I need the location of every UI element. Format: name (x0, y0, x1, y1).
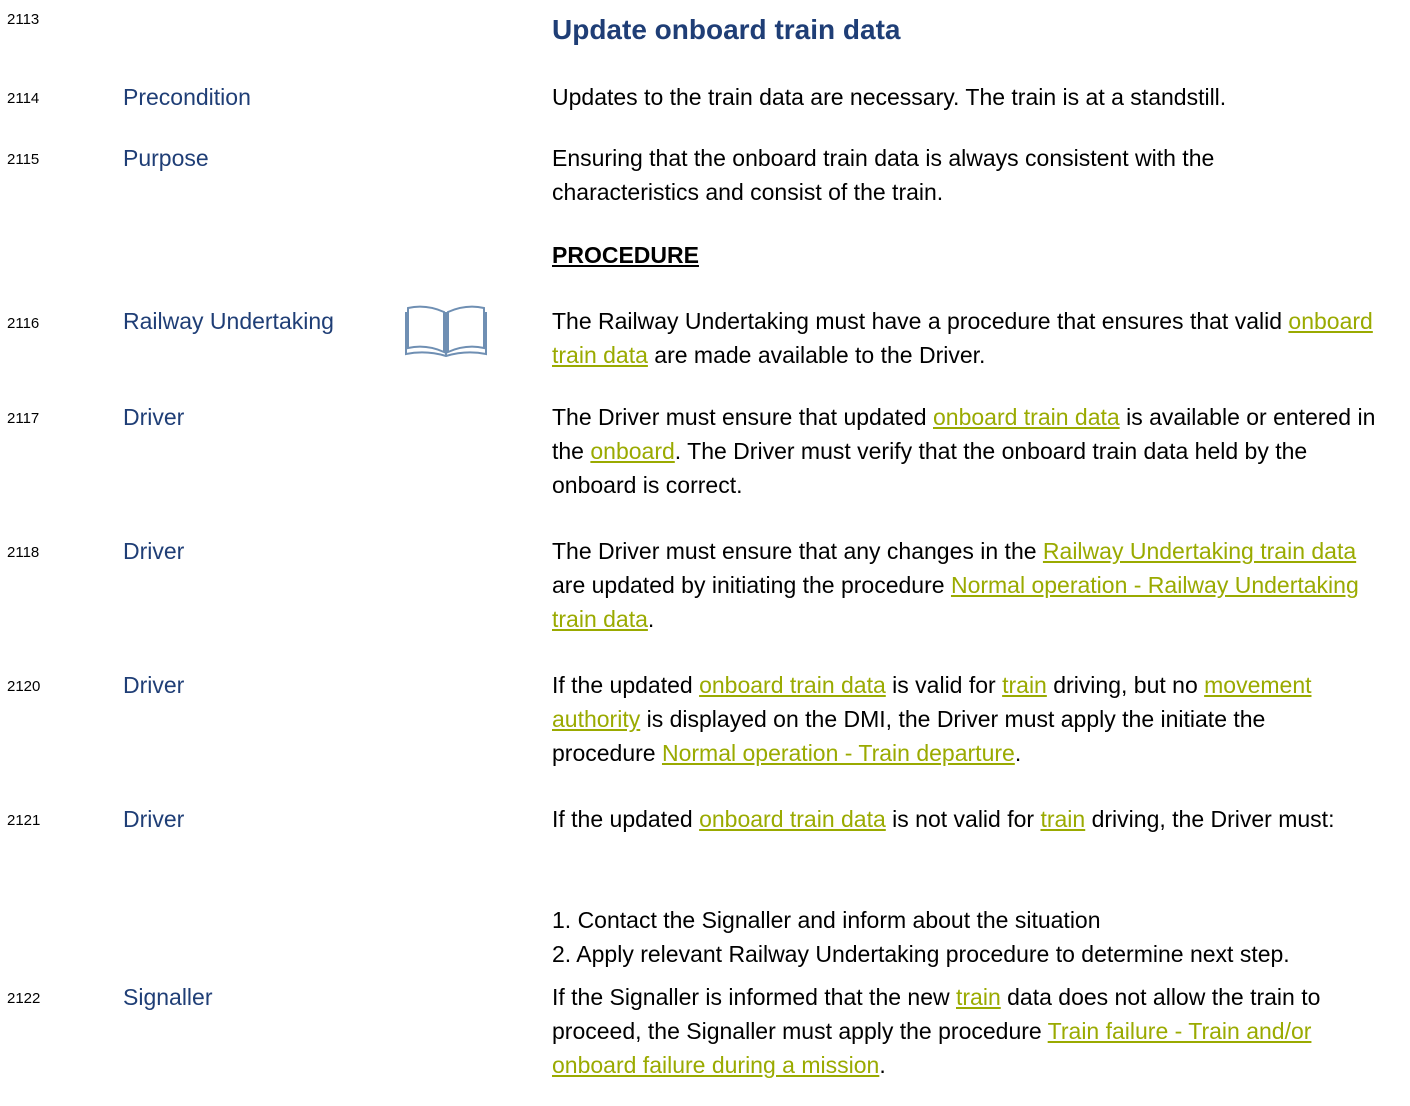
line-number: 2121 (7, 812, 41, 829)
text-run: If the updated (552, 806, 700, 832)
link-onboard-train-data[interactable]: onboard train data (699, 806, 886, 832)
row-text: The Driver must ensure that any changes … (552, 534, 1372, 636)
text-run: If the updated (552, 672, 700, 698)
role-label: Railway Undertaking (123, 308, 334, 334)
link-onboard-train-data[interactable]: onboard train data (933, 404, 1120, 430)
link-onboard-train-data[interactable]: onboard train data (699, 672, 886, 698)
link-normal-operation-train-departure[interactable]: Normal operation - Train departure (662, 740, 1015, 766)
row-text: If the updated onboard train data is val… (552, 668, 1372, 770)
text-run: . (879, 1052, 886, 1078)
role-label: Purpose (123, 145, 209, 171)
book-icon (405, 305, 487, 358)
line-number: 2122 (7, 990, 41, 1007)
text-run: The Driver must ensure that any changes … (552, 538, 1043, 564)
step-item: 1. Contact the Signaller and inform abou… (552, 907, 1101, 933)
text-run: driving, but no (1046, 672, 1205, 698)
role-label: Driver (123, 404, 185, 430)
row-text: Ensuring that the onboard train data is … (552, 145, 1215, 205)
line-number: 2118 (7, 544, 40, 561)
section-heading: PROCEDURE (552, 242, 699, 268)
text-run: . (1014, 740, 1022, 766)
row-text: If the Signaller is informed that the ne… (552, 980, 1382, 1082)
text-run: . (647, 606, 655, 632)
text-run: are updated by initiating the procedure (552, 572, 951, 598)
link-railway-undertaking-train-data[interactable]: Railway Undertaking train data (1043, 538, 1356, 564)
role-label: Signaller (123, 984, 213, 1010)
link-train[interactable]: train (956, 984, 1001, 1010)
role-label: Driver (123, 672, 185, 698)
role-label: Driver (123, 538, 185, 564)
step-item: 2. Apply relevant Railway Undertaking pr… (552, 941, 1290, 967)
line-number: 2113 (7, 11, 40, 28)
link-train[interactable]: train (1040, 806, 1085, 832)
row-text: If the updated onboard train data is not… (552, 802, 1400, 836)
line-number: 2120 (7, 678, 41, 695)
link-onboard[interactable]: onboard (590, 438, 674, 464)
text-run: The Railway Undertaking must have a proc… (552, 308, 1289, 334)
text-run: are made available to the Driver. (647, 342, 986, 368)
line-number: 2117 (7, 410, 40, 427)
text-run: is valid for (885, 672, 1003, 698)
page-title: Update onboard train data (552, 14, 901, 45)
row-text: Updates to the train data are necessary.… (552, 84, 1227, 110)
text-run: driving, the Driver must: (1085, 806, 1335, 832)
role-label: Driver (123, 806, 185, 832)
line-number: 2116 (7, 315, 40, 332)
role-label: Precondition (123, 84, 251, 110)
link-train[interactable]: train (1002, 672, 1047, 698)
text-run: The Driver must ensure that updated (552, 404, 933, 430)
row-text: The Driver must ensure that updated onbo… (552, 400, 1382, 502)
text-run: If the Signaller is informed that the ne… (552, 984, 956, 1010)
row-text: The Railway Undertaking must have a proc… (552, 304, 1404, 372)
line-number: 2114 (7, 90, 40, 107)
line-number: 2115 (7, 151, 40, 168)
text-run: is not valid for (885, 806, 1041, 832)
